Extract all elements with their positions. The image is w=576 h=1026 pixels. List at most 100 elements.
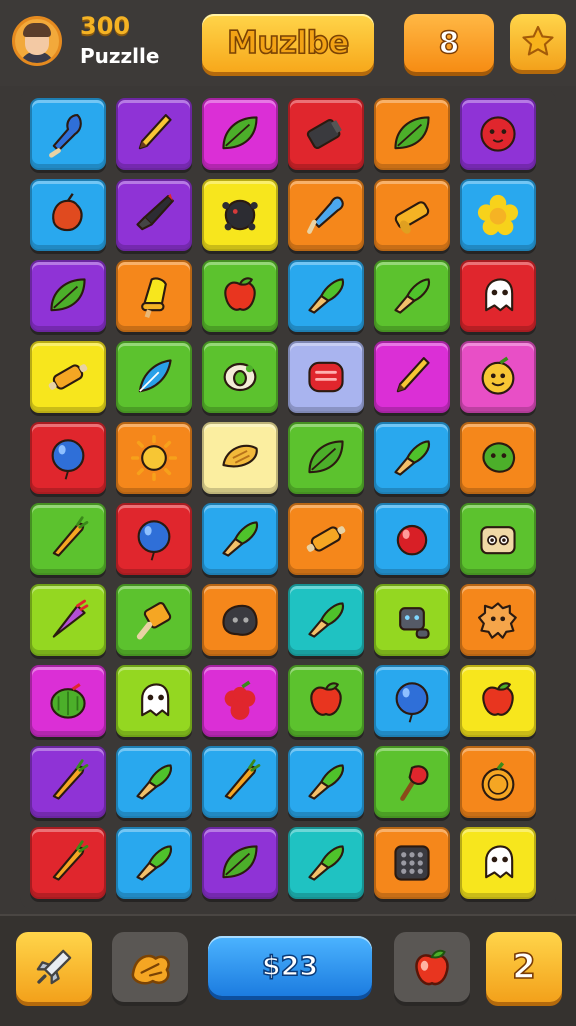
leaf-icon [394,116,430,150]
board-tile[interactable] [374,503,450,575]
board-tile[interactable] [116,98,192,170]
sun-icon [130,434,178,482]
board-tile[interactable] [460,260,536,332]
pencil-icon [138,114,172,150]
board-tile[interactable] [30,179,106,251]
board-tile[interactable] [460,179,536,251]
board-tile[interactable] [30,827,106,899]
board-tile[interactable] [374,746,450,818]
berry-icon [224,680,256,720]
board-tile[interactable] [288,179,364,251]
board-tile[interactable] [116,746,192,818]
board-tile[interactable] [288,827,364,899]
board-tile[interactable] [374,341,450,413]
board-tile[interactable] [30,665,106,737]
dice-icon [394,845,430,881]
board-tile[interactable] [202,503,278,575]
title-button[interactable]: Muzlbe [202,14,374,72]
boost-count-button[interactable]: 2 [486,932,562,1002]
board-tile[interactable] [460,584,536,656]
board-tile[interactable] [30,746,106,818]
rocket-icon [36,949,72,985]
board-tile[interactable] [288,665,364,737]
leaf-cluster-icon [131,954,170,985]
brush-icon [308,764,345,800]
rolling-pin-icon [48,364,88,390]
board-tile[interactable] [202,746,278,818]
bread-icon [222,444,258,468]
board-tile[interactable] [288,746,364,818]
pen-icon [307,196,344,234]
board-tile[interactable] [374,260,450,332]
biscuit-icon [480,526,516,555]
brush-icon [394,440,431,476]
apple-powerup-button[interactable] [394,932,470,1002]
board-tile[interactable] [30,503,106,575]
board-tile[interactable] [202,584,278,656]
star-button[interactable] [510,14,566,70]
board-tile[interactable] [202,341,278,413]
ghost-icon [141,683,170,717]
board-tile[interactable] [460,746,536,818]
brush-icon [394,278,431,314]
board-tile[interactable] [460,422,536,494]
cookie-icon [478,602,517,639]
board-tile[interactable] [116,422,192,494]
board-tile[interactable] [374,827,450,899]
moves-counter-button[interactable]: 8 [404,14,494,72]
board-tile[interactable] [30,260,106,332]
board-tile[interactable] [460,503,536,575]
board-tile[interactable] [374,422,450,494]
board-tile[interactable] [116,665,192,737]
board-tile[interactable] [202,665,278,737]
board-tile[interactable] [288,422,364,494]
flower-icon [477,194,519,236]
leaf-powerup-button[interactable] [112,932,188,1002]
coins-balance-button[interactable]: $23 [208,936,372,996]
board-tile[interactable] [116,260,192,332]
board-tile[interactable] [288,503,364,575]
board-tile[interactable] [116,179,192,251]
board-tile[interactable] [202,827,278,899]
board-tile[interactable] [460,665,536,737]
balloon-icon [137,520,171,561]
paddle-icon [136,602,172,640]
leaf-icon [50,278,86,312]
board-tile[interactable] [116,584,192,656]
board-tile[interactable] [116,503,192,575]
rocket-powerup-button[interactable] [16,932,92,1002]
ghost-icon [485,278,514,312]
board-tile[interactable] [30,98,106,170]
board-tile[interactable] [30,422,106,494]
board-tile[interactable] [374,584,450,656]
board-tile[interactable] [288,584,364,656]
robot-icon [399,607,430,639]
board-tile[interactable] [30,341,106,413]
board-tile[interactable] [288,98,364,170]
board-tile[interactable] [460,98,536,170]
rocket-icon [136,193,174,231]
board-tile[interactable] [374,665,450,737]
player-avatar[interactable] [12,16,62,66]
board-tile[interactable] [288,260,364,332]
board-tile[interactable] [288,341,364,413]
board-tile[interactable] [116,341,192,413]
brush-icon [308,278,345,314]
board-tile[interactable] [202,422,278,494]
brush-icon [136,845,173,881]
board-tile[interactable] [116,827,192,899]
brush-icon [308,845,345,881]
board-tile[interactable] [202,98,278,170]
board-tile[interactable] [202,179,278,251]
board-tile[interactable] [202,260,278,332]
board-tile[interactable] [30,584,106,656]
board-tile[interactable] [374,98,450,170]
balloon-icon [51,439,85,480]
feather-icon [138,359,172,393]
brush-icon [308,602,345,638]
carrot-icon [224,759,261,800]
leaf-icon [308,440,344,474]
board-tile[interactable] [460,827,536,899]
board-tile[interactable] [374,179,450,251]
board-tile[interactable] [460,341,536,413]
